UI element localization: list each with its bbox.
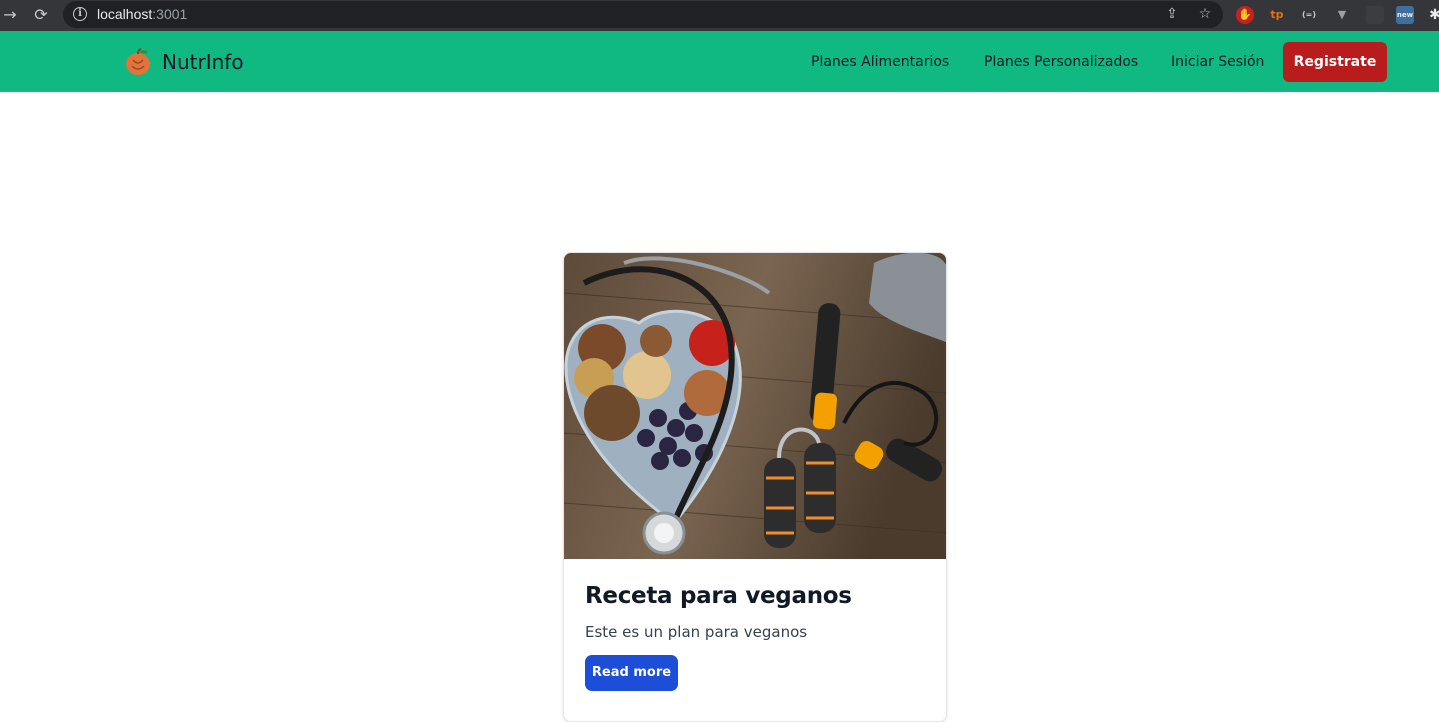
plan-card: Receta para veganos Este es un plan para… [563,252,947,722]
extension-icon[interactable] [1366,6,1384,24]
nav-link-planes-personalizados[interactable]: Planes Personalizados [984,54,1138,70]
apple-logo-icon [126,48,150,75]
puzzle-icon[interactable]: ✱ [1426,6,1439,24]
url-port: :3001 [152,6,188,22]
url-text[interactable]: localhost:3001 [97,6,187,22]
brand[interactable]: NutrInfo [124,47,244,77]
nav-link-planes-alimentarios[interactable]: Planes Alimentarios [811,54,949,70]
address-bar[interactable]: i localhost:3001 ⇪ ☆ [63,1,1223,28]
adblock-extension-icon[interactable]: ✋ [1236,6,1254,24]
forward-arrow-icon[interactable]: → [0,5,20,25]
read-more-button[interactable]: Read more [585,655,678,691]
share-icon[interactable]: ⇪ [1163,5,1181,23]
browser-toolbar: → ⟳ i localhost:3001 ⇪ ☆ ✋ tp (=) ▼ new … [0,0,1439,31]
brand-name: NutrInfo [162,50,244,74]
card-title: Receta para veganos [585,583,852,609]
bookmark-star-icon[interactable]: ☆ [1196,5,1214,23]
vue-extension-icon[interactable]: ▼ [1333,6,1351,24]
register-button[interactable]: Registrate [1283,42,1387,82]
url-host: localhost [97,6,153,22]
tp-extension-icon[interactable]: tp [1268,6,1286,24]
json-extension-icon[interactable]: (=) [1300,6,1318,24]
site-info-icon[interactable]: i [73,7,87,21]
card-image [564,253,946,559]
nav-link-iniciar-sesion[interactable]: Iniciar Sesión [1171,54,1264,70]
app-navbar: NutrInfo Planes Alimentarios Planes Pers… [0,31,1439,92]
new-extension-icon[interactable]: new [1396,6,1414,24]
reload-icon[interactable]: ⟳ [31,5,51,25]
card-description: Este es un plan para veganos [585,623,808,641]
